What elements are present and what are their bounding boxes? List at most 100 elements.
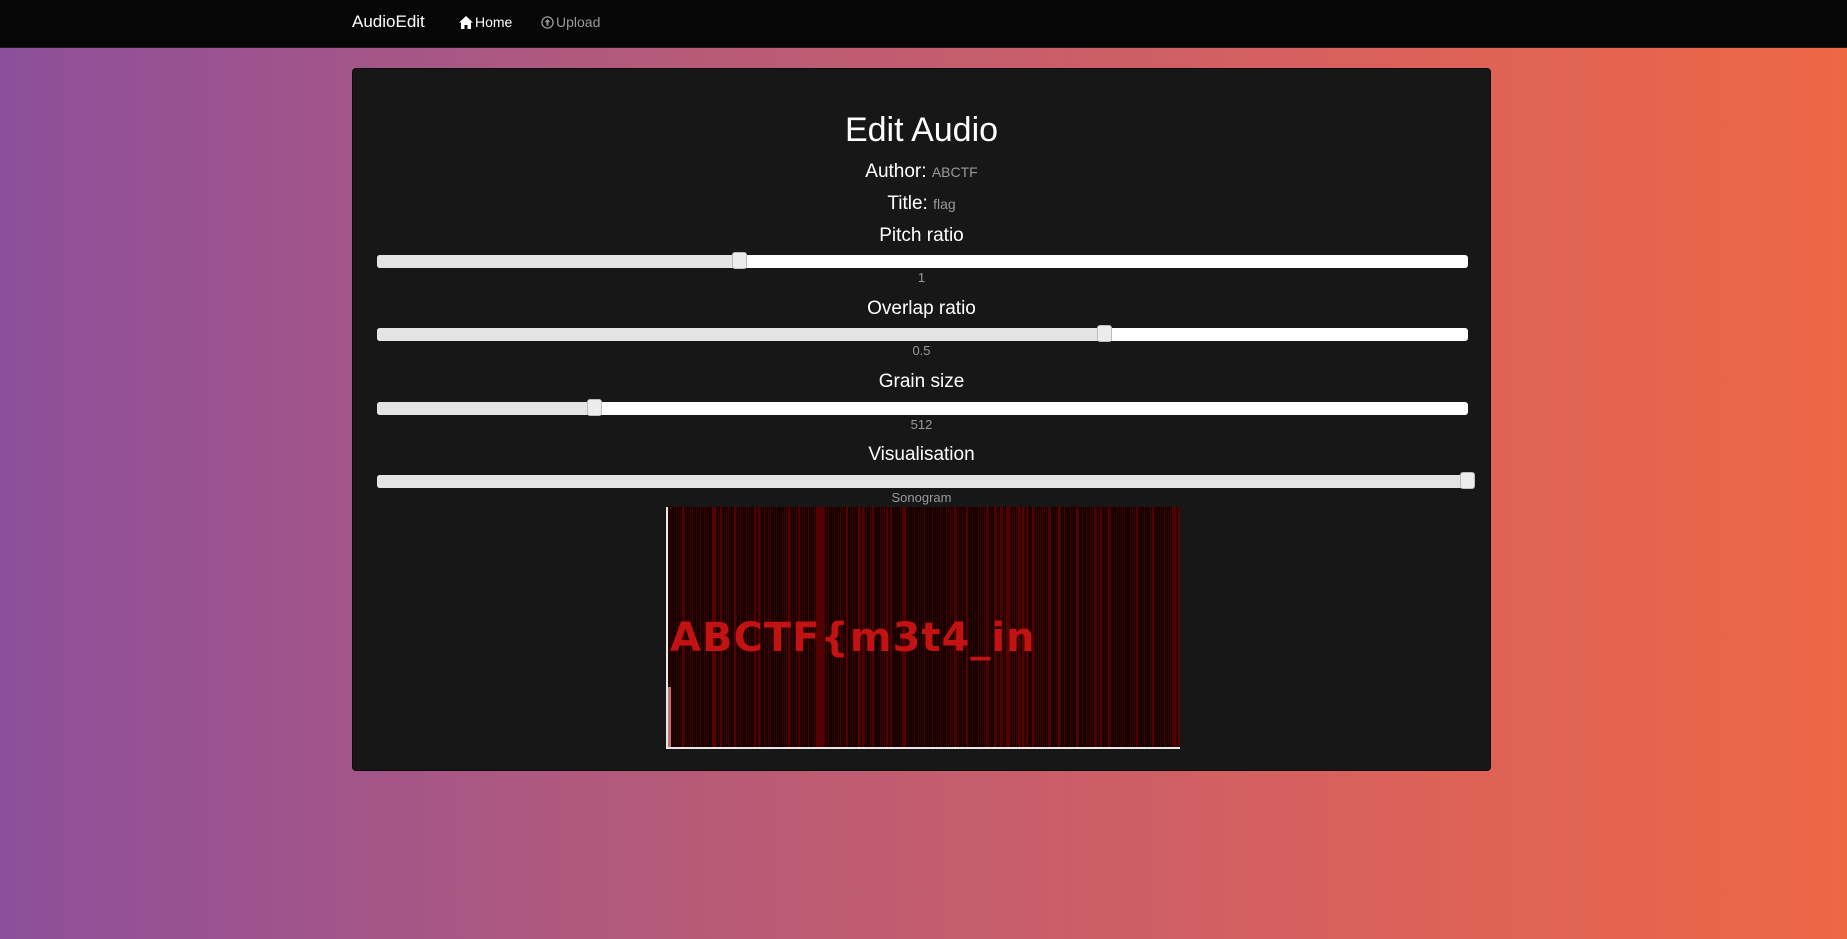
nav-upload-label: Upload — [556, 14, 601, 30]
pitch-ratio-value: 1 — [917, 270, 926, 285]
grain-size-value: 512 — [910, 417, 933, 432]
sonogram-streak — [1064, 507, 1065, 747]
sonogram-streak — [1084, 507, 1085, 747]
sonogram-streak — [1138, 507, 1139, 747]
sonogram-streak — [1086, 507, 1087, 747]
sonogram-streak — [1042, 507, 1043, 747]
author-value: ABCTF — [931, 164, 978, 180]
sonogram-streak — [1036, 507, 1037, 747]
sonogram-canvas: ABCTF{m3t4_in — [666, 507, 1180, 749]
slider-fill — [377, 475, 1468, 488]
sonogram-streak — [1076, 507, 1078, 747]
slider-fill — [377, 402, 596, 415]
pitch-ratio-label: Pitch ratio — [879, 225, 964, 246]
sonogram-streak — [1176, 507, 1177, 747]
sonogram-streak — [1054, 507, 1055, 747]
sonogram-streak — [1092, 507, 1093, 747]
sonogram-streak — [1170, 507, 1171, 747]
sonogram-streak — [1080, 507, 1081, 747]
sonogram-streak — [1038, 507, 1039, 747]
sonogram-streak — [1172, 507, 1174, 747]
visualisation-label: Visualisation — [868, 444, 975, 465]
sonogram-streak — [1118, 507, 1119, 747]
sonogram-streak — [1090, 507, 1091, 747]
upload-icon — [541, 15, 554, 29]
slider-thumb[interactable] — [1460, 472, 1475, 489]
overlap-ratio-value: 0.5 — [912, 343, 931, 358]
sonogram-streak — [1142, 507, 1143, 747]
title-value: flag — [933, 196, 956, 212]
sonogram-streak — [1102, 507, 1103, 747]
sonogram-streak — [1106, 507, 1107, 747]
sonogram-streak — [1104, 507, 1105, 747]
sonogram-streak — [1062, 507, 1063, 747]
sonogram-streak — [1096, 507, 1097, 747]
sonogram-streak — [1120, 507, 1121, 747]
sonogram-streak — [1044, 507, 1045, 747]
nav-home-link[interactable]: Home — [459, 14, 512, 30]
sonogram-streak — [1150, 507, 1151, 747]
sonogram-streak — [1146, 507, 1147, 747]
sonogram-streak — [1162, 507, 1163, 747]
sonogram-streak — [1136, 507, 1138, 747]
visualisation-value: Sonogram — [891, 490, 952, 505]
sonogram-streak — [1088, 507, 1089, 747]
title-label: Title: — [887, 193, 928, 214]
sonogram-streak — [1082, 507, 1083, 747]
sonogram-streak — [1148, 507, 1149, 747]
brand-link[interactable]: AudioEdit — [352, 12, 425, 32]
sonogram-streak — [1078, 507, 1079, 747]
visualisation-slider[interactable] — [377, 472, 1475, 489]
nav-upload-link[interactable]: Upload — [541, 14, 600, 30]
sonogram-streak — [1100, 507, 1102, 747]
slider-thumb[interactable] — [732, 252, 748, 269]
sonogram-streak — [1066, 507, 1067, 747]
overlap-ratio-label: Overlap ratio — [867, 298, 976, 319]
sonogram-streak — [1158, 507, 1159, 747]
edit-audio-panel: Edit Audio Author: ABCTF Title: flag Pit… — [352, 68, 1491, 771]
slider-thumb[interactable] — [1096, 325, 1112, 342]
sonogram-streak — [1048, 507, 1050, 747]
sonogram-overlay-text: ABCTF{m3t4_in — [670, 615, 1036, 661]
grain-size-slider[interactable] — [377, 399, 1468, 416]
sonogram-edge-highlight — [668, 687, 671, 747]
overlap-ratio-slider[interactable] — [377, 325, 1468, 342]
sonogram-streak — [1160, 507, 1161, 747]
sonogram-streak — [1154, 507, 1155, 747]
slider-fill — [377, 255, 741, 268]
navbar: AudioEdit Home Upload — [0, 0, 1847, 48]
sonogram-streak — [1068, 507, 1069, 747]
sonogram-streak — [1046, 507, 1047, 747]
pitch-ratio-slider[interactable] — [377, 252, 1468, 269]
sonogram-streak — [1122, 507, 1123, 747]
sonogram-streak — [1094, 507, 1096, 747]
sonogram-streak — [1164, 507, 1165, 747]
sonogram-streak — [1156, 507, 1157, 747]
sonogram-streak — [1144, 507, 1145, 747]
sonogram-streak — [1134, 507, 1135, 747]
sonogram-streak — [1112, 507, 1113, 747]
sonogram-streak — [1116, 507, 1117, 747]
sonogram-streak — [1052, 507, 1053, 747]
author-line: Author: ABCTF — [353, 161, 1490, 183]
sonogram-streak — [1178, 507, 1180, 747]
slider-fill — [377, 328, 1105, 341]
sonogram-streak — [1058, 507, 1060, 747]
title-line: Title: flag — [353, 193, 1490, 215]
sonogram-streak — [1040, 507, 1041, 747]
sonogram-streak — [1130, 507, 1131, 747]
sonogram-streak — [1132, 507, 1133, 747]
sonogram-streak — [1124, 507, 1125, 747]
nav-home-label: Home — [475, 14, 513, 30]
sonogram-streak — [1166, 507, 1167, 747]
sonogram-streak — [1174, 507, 1176, 747]
slider-thumb[interactable] — [587, 399, 603, 416]
page-title: Edit Audio — [844, 111, 999, 149]
sonogram-streak — [1108, 507, 1110, 747]
sonogram-image: ABCTF{m3t4_in — [668, 507, 1180, 747]
sonogram-streak — [1070, 507, 1071, 747]
sonogram-streak — [1128, 507, 1129, 747]
sonogram-streak — [1110, 507, 1111, 747]
sonogram-streak — [1072, 507, 1073, 747]
sonogram-streak — [1074, 507, 1075, 747]
